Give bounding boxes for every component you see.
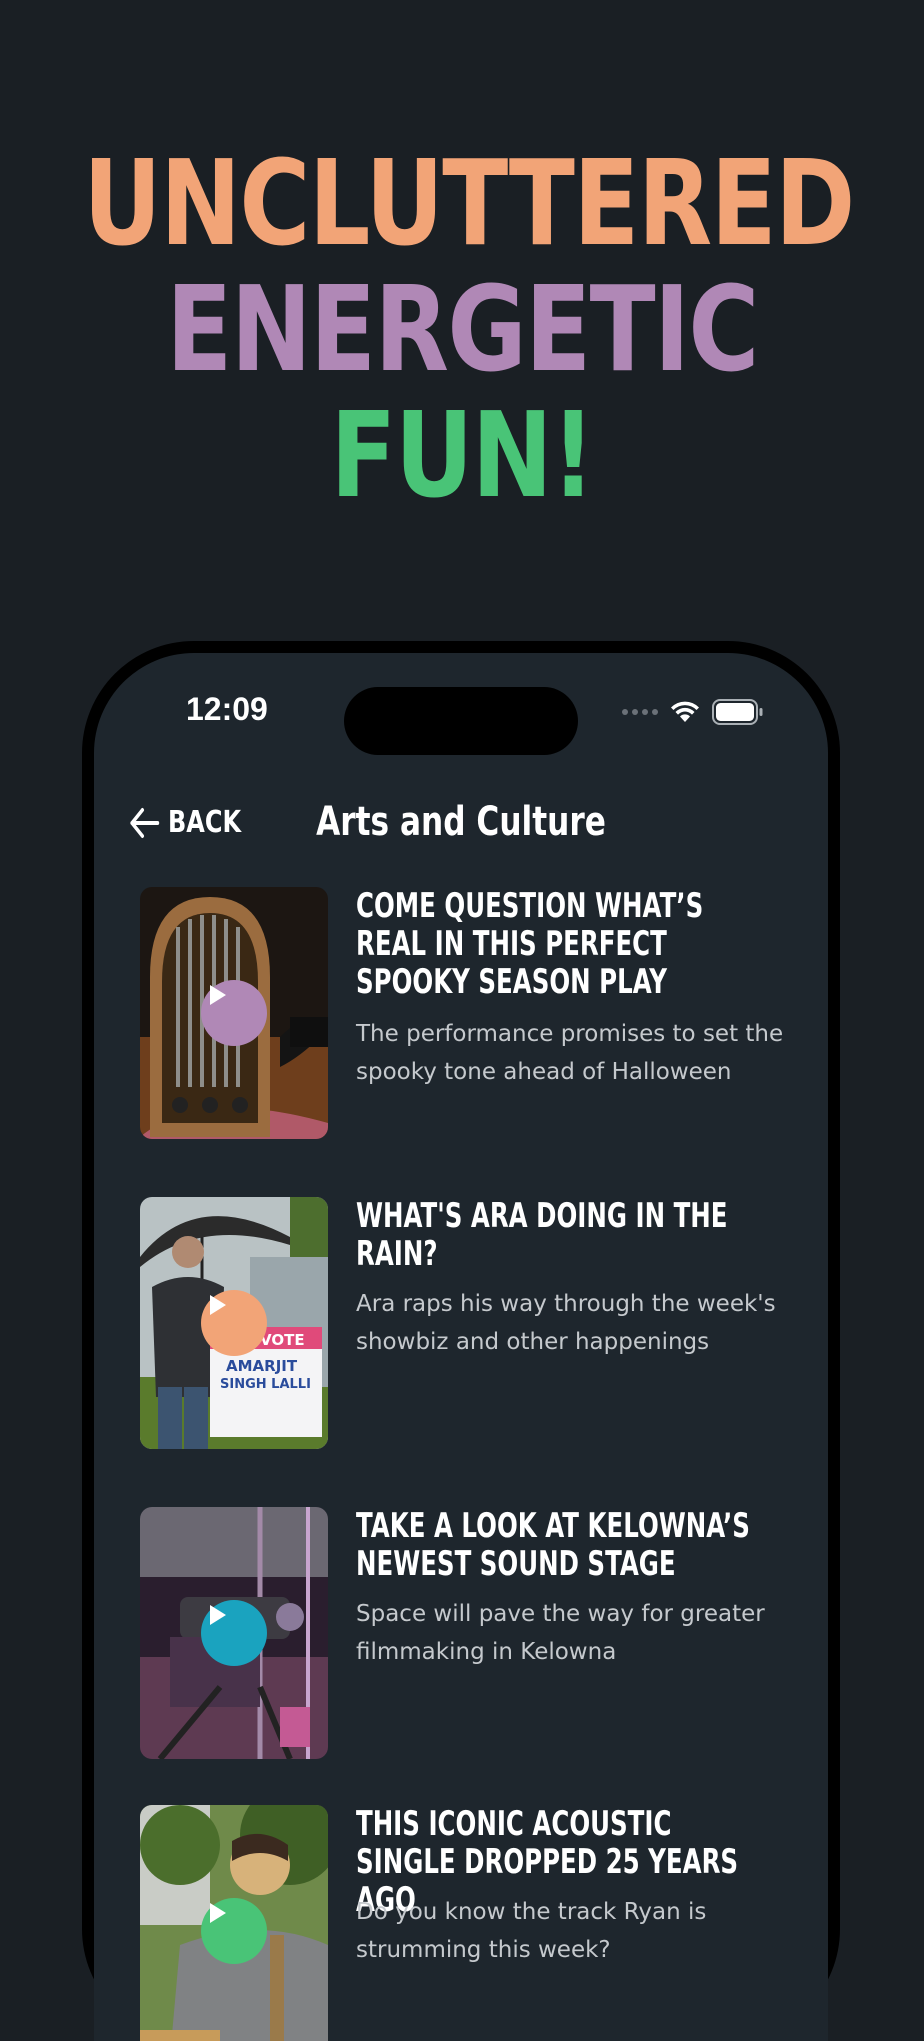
page-title: Arts and Culture [316, 799, 606, 845]
play-button[interactable] [201, 1290, 267, 1356]
article-description: Ara raps his way through the week's show… [356, 1291, 776, 1355]
headline-line-1: UNCLUTTERED [83, 134, 855, 272]
sign-vote-text: VOTE [260, 1331, 305, 1349]
play-button[interactable] [201, 1898, 267, 1964]
nav-bar: BACK Arts and Culture [94, 785, 828, 865]
article-thumbnail[interactable] [140, 1805, 328, 2041]
play-button[interactable] [201, 980, 267, 1046]
dynamic-island [344, 687, 578, 755]
article-title[interactable]: WHAT'S ARA DOING IN THE RAIN? [356, 1197, 774, 1273]
article-item[interactable]: TAKE A LOOK AT KELOWNA’S NEWEST SOUND ST… [140, 1507, 780, 1805]
play-icon [210, 985, 226, 1005]
back-arrow-icon [130, 807, 160, 838]
article-thumbnail[interactable] [140, 1507, 328, 1759]
headline-line-3: FUN! [330, 386, 595, 524]
article-item[interactable]: VOTE AMARJIT SINGH LALLI WHAT'S ARA DOIN… [140, 1197, 780, 1507]
sign-name-line-2: SINGH LALLI [220, 1377, 311, 1392]
article-description: The performance promises to set the spoo… [356, 1021, 784, 1085]
play-icon [210, 1903, 226, 1923]
article-item[interactable]: THIS ICONIC ACOUSTIC SINGLE DROPPED 25 Y… [140, 1805, 780, 2041]
cellular-signal-icon [622, 709, 658, 715]
play-button[interactable] [201, 1600, 267, 1666]
status-time: 12:09 [186, 691, 268, 727]
promo-headline: UNCLUTTERED ENERGETIC FUN! [83, 134, 855, 524]
article-thumbnail[interactable]: VOTE AMARJIT SINGH LALLI [140, 1197, 328, 1449]
wifi-icon [671, 701, 699, 722]
play-icon [210, 1295, 226, 1315]
article-description: Space will pave the way for greater film… [356, 1601, 765, 1665]
sign-name-line-1: AMARJIT [226, 1357, 298, 1375]
article-thumbnail[interactable] [140, 887, 328, 1139]
article-title[interactable]: TAKE A LOOK AT KELOWNA’S NEWEST SOUND ST… [356, 1507, 774, 1583]
phone-frame: 12:09 BACK Arts and Culture COME QUESTIO… [82, 641, 840, 2041]
battery-icon [712, 699, 763, 725]
headline-line-2: ENERGETIC [166, 260, 759, 398]
phone-screen: 12:09 BACK Arts and Culture COME QUESTIO… [94, 653, 828, 2041]
play-icon [210, 1605, 226, 1625]
status-icons [622, 699, 764, 725]
article-title[interactable]: COME QUESTION WHAT’S REAL IN THIS PERFEC… [356, 887, 774, 1001]
article-item[interactable]: COME QUESTION WHAT’S REAL IN THIS PERFEC… [140, 887, 783, 1197]
article-description: Do you know the track Ryan is strumming … [356, 1899, 707, 1963]
article-list: COME QUESTION WHAT’S REAL IN THIS PERFEC… [140, 887, 783, 2041]
